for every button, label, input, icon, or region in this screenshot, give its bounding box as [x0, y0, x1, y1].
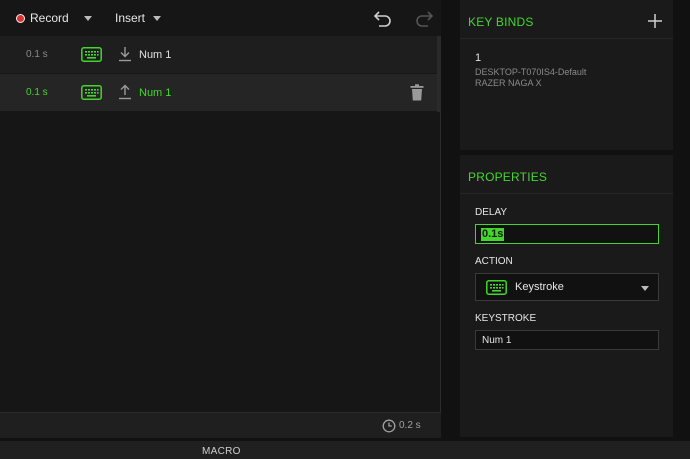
macro-row-delay: 0.1 s — [26, 49, 48, 60]
macro-total-time: 0.2 s — [399, 420, 421, 431]
action-select[interactable]: Keystroke — [475, 273, 659, 301]
keyboard-icon — [81, 85, 102, 100]
macro-row[interactable]: 0.1 s Num 1 — [0, 74, 437, 111]
macro-row-key: Num 1 — [139, 86, 172, 99]
insert-options-dropdown[interactable] — [153, 0, 161, 36]
macro-editor-footer: 0.2 s — [0, 412, 441, 438]
macro-row[interactable]: 0.1 s Num 1 — [0, 36, 437, 73]
key-bind-profile: DESKTOP-T070IS4-Default — [475, 67, 587, 77]
key-bind-device: RAZER NAGA X — [475, 78, 542, 88]
insert-button[interactable]: Insert — [115, 0, 145, 36]
key-binds-header: KEY BINDS — [460, 0, 673, 39]
record-label: Record — [30, 11, 69, 25]
action-select-value: Keystroke — [515, 281, 564, 293]
record-options-dropdown[interactable] — [84, 0, 92, 36]
properties-header: PROPERTIES — [460, 155, 673, 194]
macro-toolbar: Record Insert — [0, 0, 441, 36]
record-button[interactable]: Record — [16, 0, 69, 36]
razer-macro-window: Record Insert 0.1 s Num 1 0.1 s Num 1 0.… — [0, 0, 690, 459]
clock-icon — [382, 419, 396, 433]
keystroke-input[interactable]: Num 1 — [475, 330, 659, 350]
macro-row-key: Num 1 — [139, 48, 172, 61]
keyboard-icon — [81, 47, 102, 62]
keystroke-label: KEYSTROKE — [475, 313, 537, 324]
action-label: ACTION — [475, 256, 513, 267]
insert-label: Insert — [115, 11, 146, 25]
chevron-down-icon — [84, 15, 92, 21]
delay-label: DELAY — [475, 207, 508, 218]
delay-input[interactable]: 0.1s — [475, 224, 659, 244]
key-bind-key[interactable]: 1 — [475, 52, 481, 64]
tab-macro[interactable]: MACRO — [202, 446, 241, 457]
chevron-down-icon — [153, 15, 161, 21]
key-up-icon — [119, 84, 131, 100]
trash-icon[interactable] — [410, 84, 424, 101]
properties-panel: PROPERTIES DELAY 0.1s ACTION Keystroke K… — [460, 155, 673, 437]
key-binds-title: KEY BINDS — [468, 15, 534, 29]
bottom-tab-bar: MACRO — [0, 441, 690, 459]
record-icon — [16, 13, 25, 23]
chevron-down-icon — [641, 286, 649, 291]
properties-title: PROPERTIES — [468, 170, 548, 184]
macro-row-delay: 0.1 s — [26, 87, 48, 98]
delay-input-value: 0.1s — [481, 228, 505, 241]
macro-list-scrollbar[interactable] — [437, 36, 441, 112]
add-key-bind-icon[interactable] — [648, 14, 662, 28]
keystroke-input-value: Num 1 — [482, 335, 512, 346]
keyboard-icon — [486, 280, 507, 295]
redo-icon[interactable] — [413, 7, 435, 29]
key-down-icon — [119, 47, 131, 62]
macro-editor: Record Insert 0.1 s Num 1 0.1 s Num 1 0.… — [0, 0, 441, 438]
undo-icon[interactable] — [372, 7, 394, 29]
key-binds-panel: KEY BINDS 1 DESKTOP-T070IS4-Default RAZE… — [460, 0, 673, 150]
